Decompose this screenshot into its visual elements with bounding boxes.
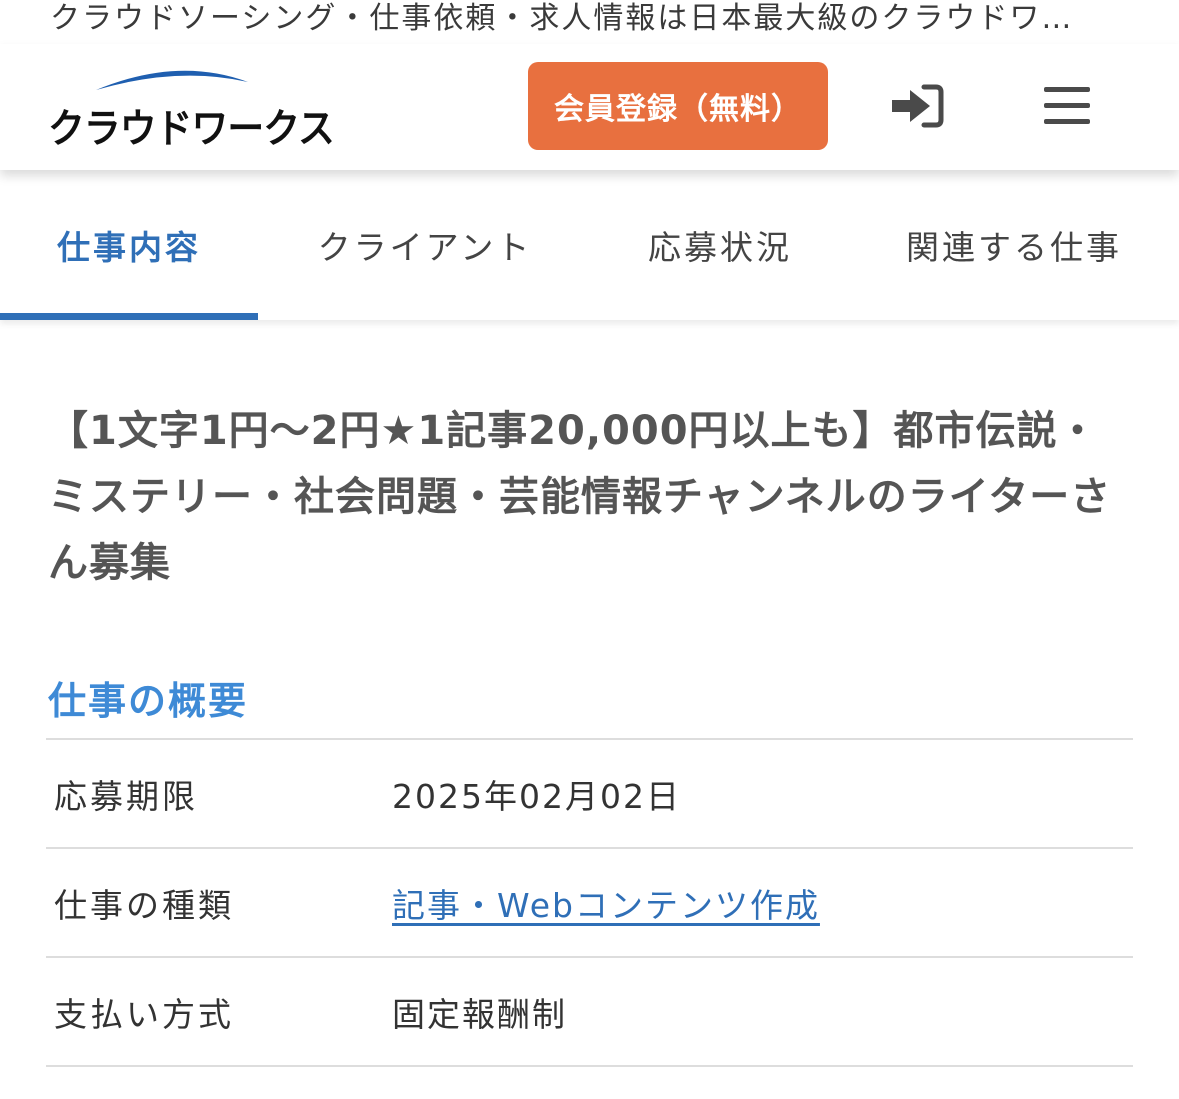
table-row: 支払い方式 固定報酬制 xyxy=(46,956,1133,1067)
job-type-value: 記事・Webコンテンツ作成 xyxy=(392,849,820,956)
logo-text: クラウドワークス xyxy=(48,106,335,152)
job-title: 【1文字1円〜2円★1記事20,000円以上も】都市伝説・ミステリー・社会問題・… xyxy=(48,408,1112,586)
tab-application-status[interactable]: 応募状況 xyxy=(600,170,840,320)
table-row: 応募期限 2025年02月02日 xyxy=(46,738,1133,847)
payment-method-label: 支払い方式 xyxy=(54,994,234,1034)
tab-client[interactable]: クライアント xyxy=(280,170,570,320)
payment-method-value: 固定報酬制 xyxy=(392,994,567,1034)
crowdworks-logo[interactable]: クラウドワークス xyxy=(48,64,335,154)
hamburger-menu-icon[interactable] xyxy=(1044,84,1090,128)
active-tab-indicator xyxy=(0,313,258,320)
browser-page-title: クラウドソーシング・仕事依頼・求人情報は日本最大級のクラウドワ… xyxy=(0,0,1179,44)
job-tabs: 仕事内容 クライアント 応募状況 関連する仕事 xyxy=(0,170,1179,320)
page-title-text: クラウドソーシング・仕事依頼・求人情報は日本最大級のクラウドワ… xyxy=(50,1,1074,36)
login-arrow-icon[interactable] xyxy=(888,82,946,130)
logo-arc-icon xyxy=(96,70,248,90)
site-header: クラウドワークス 会員登録（無料） xyxy=(0,44,1179,170)
tab-related-jobs[interactable]: 関連する仕事 xyxy=(880,170,1148,320)
register-free-button[interactable]: 会員登録（無料） xyxy=(528,62,828,150)
deadline-label: 応募期限 xyxy=(54,776,198,816)
overview-heading: 仕事の概要 xyxy=(48,679,249,723)
job-type-label: 仕事の種類 xyxy=(54,885,234,925)
job-category-link[interactable]: 記事・Webコンテンツ作成 xyxy=(392,879,820,927)
overview-table: 応募期限 2025年02月02日 仕事の種類 記事・Webコンテンツ作成 支払い… xyxy=(46,738,1133,1067)
table-row: 仕事の種類 記事・Webコンテンツ作成 xyxy=(46,847,1133,956)
page: クラウドソーシング・仕事依頼・求人情報は日本最大級のクラウドワ… クラウドワーク… xyxy=(0,0,1179,1099)
deadline-value: 2025年02月02日 xyxy=(392,776,681,816)
tab-job-details[interactable]: 仕事内容 xyxy=(0,170,258,320)
